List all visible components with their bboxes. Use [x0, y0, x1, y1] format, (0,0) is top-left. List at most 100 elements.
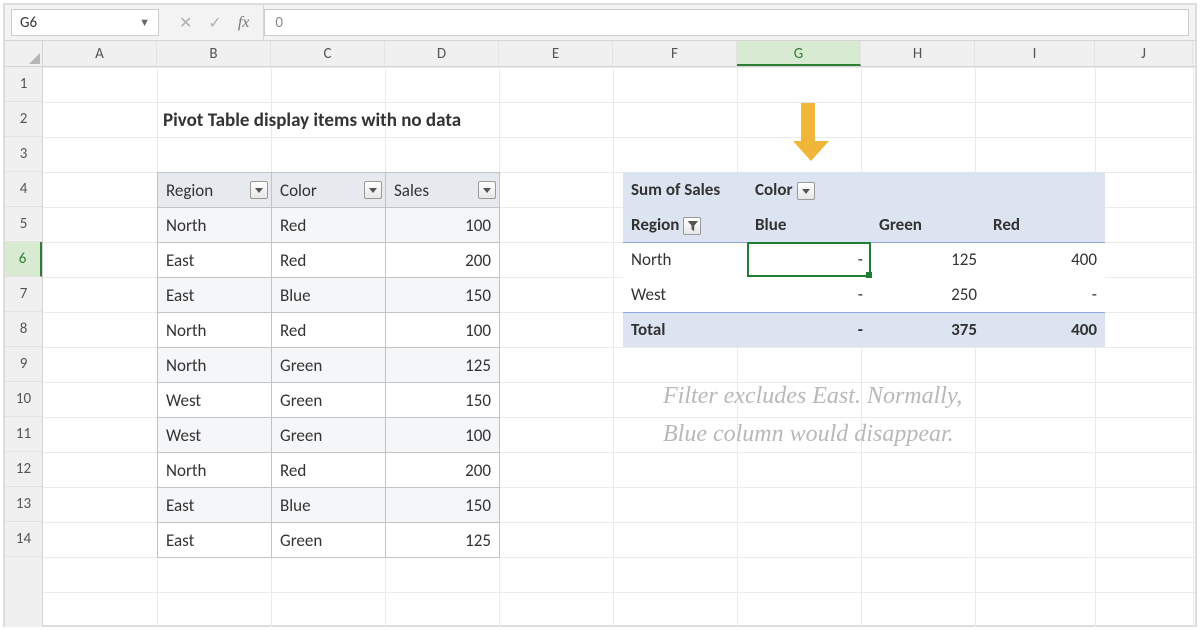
table-cell[interactable]: Blue [272, 488, 386, 523]
table-cell[interactable]: Red [272, 208, 386, 243]
table-cell[interactable]: 100 [386, 313, 500, 348]
filter-dropdown-icon[interactable] [364, 181, 382, 199]
pivot-col-blue[interactable]: Blue [747, 207, 871, 242]
table-row: EastGreen125 [158, 523, 500, 558]
column-header-a[interactable]: A [43, 41, 157, 66]
table-cell[interactable]: Blue [272, 278, 386, 313]
excel-window: G6 ▼ ✕ ✓ fx 0 ABCDEFGHIJ 123456789101112… [3, 3, 1197, 627]
column-header-j[interactable]: J [1095, 41, 1193, 66]
table-cell[interactable]: 125 [386, 523, 500, 558]
source-header[interactable]: Color [272, 173, 386, 208]
column-header-g[interactable]: G [737, 41, 861, 66]
note-text: Filter excludes East. Normally, Blue col… [663, 377, 962, 454]
pivot-region-filter-icon[interactable] [683, 217, 701, 235]
table-cell[interactable]: North [158, 313, 272, 348]
table-cell[interactable]: 150 [386, 278, 500, 313]
table-cell[interactable]: Green [272, 523, 386, 558]
row-headers: 1234567891011121314 [5, 67, 43, 627]
row-header-4[interactable]: 4 [5, 172, 42, 207]
column-header-e[interactable]: E [499, 41, 613, 66]
pivot-total-label: Total [623, 312, 747, 347]
column-header-i[interactable]: I [975, 41, 1095, 66]
table-cell[interactable]: 125 [386, 348, 500, 383]
select-all-corner[interactable] [5, 41, 43, 66]
source-header[interactable]: Sales [386, 173, 500, 208]
table-cell[interactable]: North [158, 208, 272, 243]
row-header-8[interactable]: 8 [5, 312, 42, 347]
table-cell[interactable]: East [158, 278, 272, 313]
name-box-dropdown-icon[interactable]: ▼ [139, 16, 150, 29]
filter-dropdown-icon[interactable] [478, 181, 496, 199]
pivot-cell[interactable]: 125 [871, 242, 985, 277]
formula-input[interactable]: 0 [264, 9, 1189, 36]
pivot-col-red[interactable]: Red [985, 207, 1105, 242]
pivot-cell[interactable]: 250 [871, 277, 985, 312]
table-cell[interactable]: 200 [386, 243, 500, 278]
pivot-col-green[interactable]: Green [871, 207, 985, 242]
row-header-3[interactable]: 3 [5, 137, 42, 172]
name-box[interactable]: G6 ▼ [11, 9, 159, 36]
formula-value: 0 [275, 14, 283, 32]
row-header-12[interactable]: 12 [5, 452, 42, 487]
arrow-icon [793, 103, 823, 161]
pivot-color-dropdown-icon[interactable] [797, 182, 815, 200]
source-header[interactable]: Region [158, 173, 272, 208]
row-header-5[interactable]: 5 [5, 207, 42, 242]
column-header-f[interactable]: F [613, 41, 737, 66]
pivot-total-cell: 375 [871, 312, 985, 347]
row-header-7[interactable]: 7 [5, 277, 42, 312]
pivot-cell[interactable]: - [747, 242, 871, 277]
row-header-11[interactable]: 11 [5, 417, 42, 452]
table-cell[interactable]: East [158, 488, 272, 523]
row-header-10[interactable]: 10 [5, 382, 42, 417]
filter-dropdown-icon[interactable] [250, 181, 268, 199]
pivot-cell[interactable]: 400 [985, 242, 1105, 277]
row-header-6[interactable]: 6 [5, 242, 42, 277]
table-cell[interactable]: North [158, 348, 272, 383]
table-row: EastRed200 [158, 243, 500, 278]
cancel-icon[interactable]: ✕ [179, 13, 192, 33]
table-cell[interactable]: Red [272, 313, 386, 348]
table-cell[interactable]: 200 [386, 453, 500, 488]
table-row: WestGreen150 [158, 383, 500, 418]
table-cell[interactable]: Red [272, 453, 386, 488]
pivot-cell[interactable]: - [985, 277, 1105, 312]
row-header-9[interactable]: 9 [5, 347, 42, 382]
pivot-total-cell: 400 [985, 312, 1105, 347]
table-cell[interactable]: North [158, 453, 272, 488]
table-cell[interactable]: 100 [386, 418, 500, 453]
table-cell[interactable]: Red [272, 243, 386, 278]
row-header-1[interactable]: 1 [5, 67, 42, 102]
table-cell[interactable]: 150 [386, 488, 500, 523]
fx-icon[interactable]: fx [238, 14, 250, 32]
table-cell[interactable]: 150 [386, 383, 500, 418]
pivot-cell[interactable]: - [747, 277, 871, 312]
pivot-color-label: Color [747, 172, 871, 207]
page-title: Pivot Table display items with no data [163, 109, 461, 132]
formula-bar-buttons: ✕ ✓ fx [165, 5, 264, 40]
table-cell[interactable]: East [158, 243, 272, 278]
grid-area: 1234567891011121314 Pivot Table display … [5, 67, 1195, 627]
column-header-h[interactable]: H [861, 41, 975, 66]
table-cell[interactable]: Green [272, 348, 386, 383]
column-header-c[interactable]: C [271, 41, 385, 66]
column-header-b[interactable]: B [157, 41, 271, 66]
table-cell[interactable]: East [158, 523, 272, 558]
table-row: WestGreen100 [158, 418, 500, 453]
confirm-icon[interactable]: ✓ [208, 13, 221, 33]
column-header-d[interactable]: D [385, 41, 499, 66]
sheet[interactable]: Pivot Table display items with no data R… [43, 67, 1195, 627]
table-cell[interactable]: Green [272, 383, 386, 418]
row-header-13[interactable]: 13 [5, 487, 42, 522]
table-cell[interactable]: Green [272, 418, 386, 453]
row-header-14[interactable]: 14 [5, 522, 42, 557]
table-cell[interactable]: West [158, 418, 272, 453]
row-header-2[interactable]: 2 [5, 102, 42, 137]
table-cell[interactable]: West [158, 383, 272, 418]
table-row: NorthRed100 [158, 313, 500, 348]
pivot-total-cell: - [747, 312, 871, 347]
pivot-row-label: West [623, 277, 747, 312]
table-cell[interactable]: 100 [386, 208, 500, 243]
pivot-table: Sum of Sales Color Region Blue Green Red… [623, 172, 1105, 347]
table-row: NorthGreen125 [158, 348, 500, 383]
